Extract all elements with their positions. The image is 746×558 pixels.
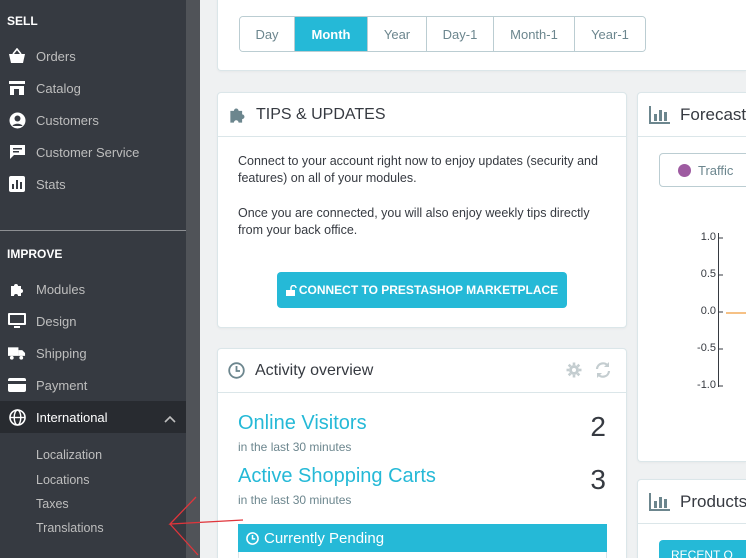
card-icon [8,376,26,394]
active-carts-sub: in the last 30 minutes [238,493,352,507]
online-visitors-value: 2 [590,411,606,442]
sidebar-item-label: Shipping [36,345,87,361]
sidebar-item-label: Stats [36,176,66,192]
y-tick: 1.0 [700,231,716,243]
activity-header: Activity overview [218,349,626,393]
stats-icon [649,492,670,511]
truck-icon [8,344,26,362]
sidebar-item-modules[interactable]: Modules [0,273,186,305]
puzzle-icon [228,105,248,125]
tips-paragraph-2: Once you are connected, you will also en… [238,206,590,237]
stats-icon [8,175,26,193]
tips-card: TIPS & UPDATES Connect to your account r… [217,92,627,328]
sidebar-scrollbar[interactable] [186,0,200,558]
period-day-button[interactable]: Day [240,17,295,51]
sidebar-item-label: Orders [36,48,76,64]
period-selector: Day Month Year Day-1 Month-1 Year-1 [239,16,646,52]
tips-header: TIPS & UPDATES [218,93,626,137]
sidebar: SELL Orders Catalog Customers Customer S… [0,0,186,558]
sidebar-subitem-localization[interactable]: Localization [36,448,102,462]
sidebar-item-label: Modules [36,281,86,297]
chat-icon [8,143,26,161]
unlock-icon [285,284,297,296]
recent-orders-tab[interactable]: RECENT O [659,540,746,558]
monitor-icon [8,312,26,330]
chevron-up-icon[interactable] [164,410,176,428]
tips-title: TIPS & UPDATES [256,105,386,123]
sidebar-item-label: Catalog [36,80,81,96]
section-title-improve: IMPROVE [7,247,63,261]
stats-icon [649,105,670,124]
sidebar-divider [0,230,186,231]
period-year-button[interactable]: Year [368,17,427,51]
products-header: Products [638,480,746,524]
forecast-chart-axis [718,233,746,387]
sidebar-item-label: Customers [36,112,99,128]
globe-icon [8,408,26,426]
clock-icon [228,362,245,379]
period-card: Day Month Year Day-1 Month-1 Year-1 [217,0,746,71]
sidebar-item-orders[interactable]: Orders [0,40,186,72]
sidebar-item-customers[interactable]: Customers [0,104,186,136]
period-month-button[interactable]: Month [295,17,368,51]
connect-marketplace-button[interactable]: CONNECT TO PRESTASHOP MARKETPLACE [277,272,567,308]
active-carts-label[interactable]: Active Shopping Carts [238,465,436,488]
sidebar-item-shipping[interactable]: Shipping [0,337,186,369]
currently-pending-header: Currently Pending [238,524,607,552]
gear-icon[interactable] [566,362,582,378]
forecast-header: Forecast [638,93,746,137]
tips-paragraph-1: Connect to your account right now to enj… [238,154,598,185]
y-tick: -1.0 [697,379,716,391]
basket-icon [8,47,26,65]
sidebar-subitem-translations[interactable]: Translations [36,521,104,535]
y-tick: 0.5 [700,268,716,280]
currently-pending-label: Currently Pending [264,529,385,547]
traffic-dot [678,163,691,177]
sidebar-item-label: Design [36,313,77,329]
forecast-title: Forecast [680,104,746,124]
online-visitors-sub: in the last 30 minutes [238,440,352,454]
pending-list [238,552,607,558]
sidebar-item-label: Customer Service [36,144,140,160]
period-month-1-button[interactable]: Month-1 [494,17,575,51]
products-card: Products RECENT O [637,479,746,558]
period-year-1-button[interactable]: Year-1 [575,17,645,51]
sidebar-item-payment[interactable]: Payment [0,369,186,401]
refresh-icon[interactable] [594,361,612,379]
sidebar-item-international[interactable]: International [0,401,186,433]
period-day-1-button[interactable]: Day-1 [427,17,494,51]
sidebar-subitem-taxes[interactable]: Taxes [36,497,69,511]
forecast-card: Forecast Traffic 1.0 0.5 0.0 -0.5 -1.0 [637,92,746,462]
puzzle-icon [8,280,26,298]
section-title-sell: SELL [7,14,38,28]
traffic-label: Traffic [698,162,734,178]
y-tick: 0.0 [700,305,716,317]
sidebar-item-catalog[interactable]: Catalog [0,72,186,104]
sidebar-subitem-locations[interactable]: Locations [36,473,90,487]
sidebar-item-customer-service[interactable]: Customer Service [0,136,186,168]
sidebar-item-label: International [36,409,108,425]
sidebar-item-design[interactable]: Design [0,305,186,337]
online-visitors-label[interactable]: Online Visitors [238,412,367,435]
activity-title: Activity overview [255,361,374,379]
active-carts-value: 3 [590,464,606,495]
y-tick: -0.5 [697,342,716,354]
sidebar-item-label: Payment [36,377,88,393]
user-icon [8,111,26,129]
sidebar-item-stats[interactable]: Stats [0,168,186,200]
traffic-toggle[interactable]: Traffic [659,153,746,187]
connect-marketplace-label: CONNECT TO PRESTASHOP MARKETPLACE [298,283,559,297]
products-title: Products [680,491,746,511]
clock-icon [246,531,259,545]
activity-card: Activity overview Online Visitors in the… [217,348,627,558]
store-icon [8,79,26,97]
